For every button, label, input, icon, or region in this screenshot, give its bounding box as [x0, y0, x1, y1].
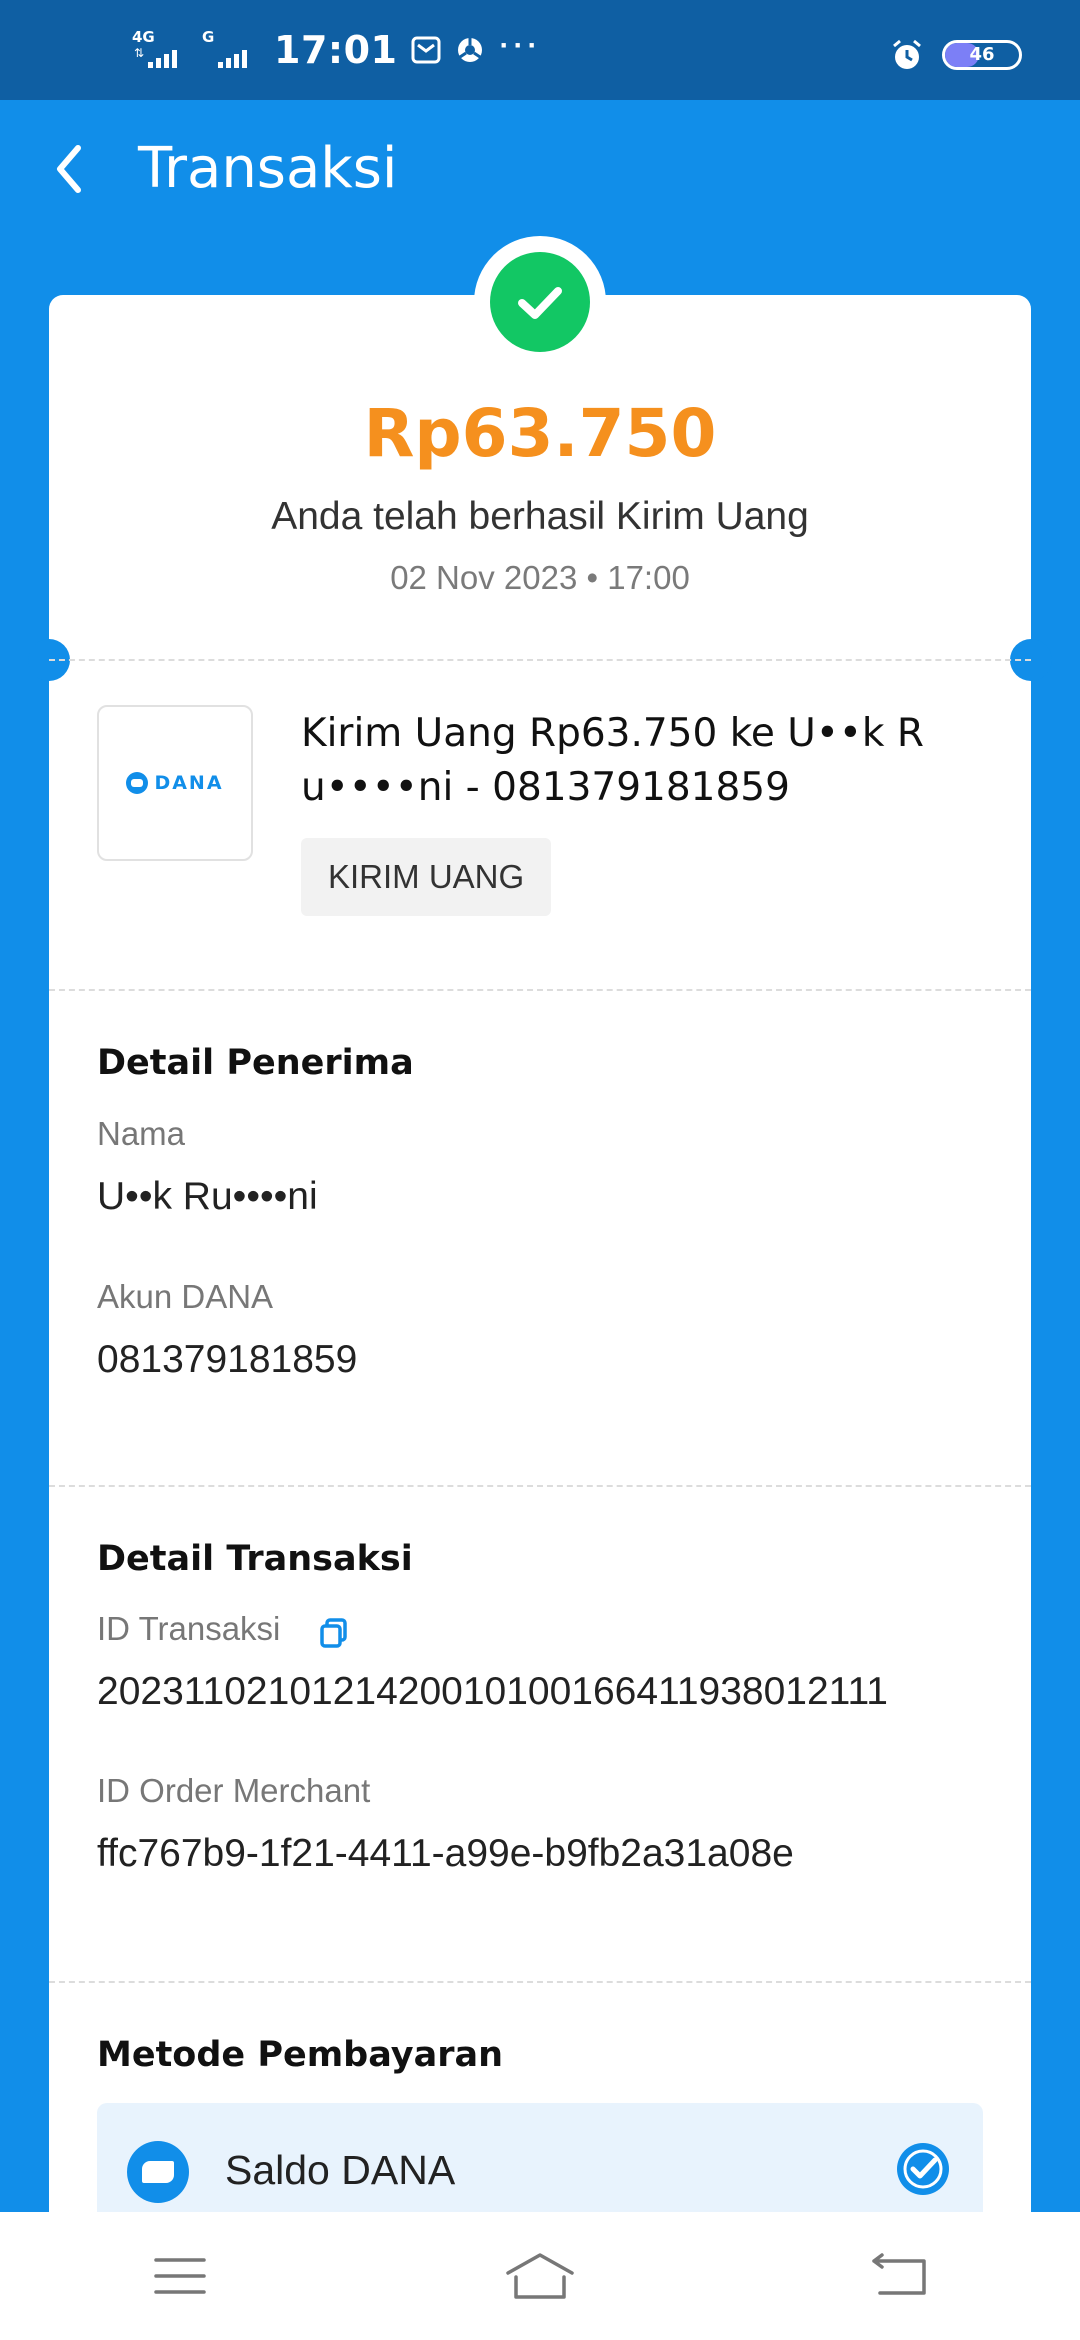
- merchant-logo-text: DANA: [154, 772, 224, 794]
- transaction-description: Kirim Uang Rp63.750 ke U••k R u••••ni - …: [301, 711, 924, 810]
- status-left: 4G ⇅ G 17:01 ···: [132, 28, 541, 72]
- divider: [49, 989, 1031, 991]
- network-type-label: 4G: [132, 28, 155, 46]
- back-arrow-icon[interactable]: [36, 134, 106, 204]
- payment-section-title: Metode Pembayaran: [97, 2035, 504, 2075]
- network-type-label-2: G: [202, 28, 215, 46]
- back-button[interactable]: [840, 2226, 960, 2326]
- clock: 17:01: [274, 28, 398, 72]
- transaction-card: Rp63.750 Anda telah berhasil Kirim Uang …: [28, 295, 1052, 2295]
- signal-g-icon: G: [202, 28, 258, 72]
- success-check-icon: [490, 252, 590, 352]
- selected-check-icon: [897, 2143, 949, 2195]
- recipient-name-value: U••k Ru••••ni: [97, 1175, 318, 1218]
- transaction-datetime: 02 Nov 2023 • 17:00: [390, 559, 690, 596]
- menu-icon: [154, 2258, 206, 2294]
- divider: [49, 1981, 1031, 1983]
- divider: [49, 1485, 1031, 1487]
- success-message: Anda telah berhasil Kirim Uang: [271, 495, 809, 538]
- transaction-id-label: ID Transaksi: [97, 1610, 281, 1647]
- payment-method-label: Saldo DANA: [225, 2147, 456, 2193]
- mail-notification-icon: [411, 36, 441, 64]
- status-bar: 4G ⇅ G 17:01 ··· 46: [0, 0, 1080, 100]
- battery-icon: 46: [942, 40, 1022, 70]
- recipient-account-value: 081379181859: [97, 1338, 358, 1381]
- recipient-name-label: Nama: [97, 1115, 186, 1152]
- status-right: 46: [890, 38, 1022, 72]
- order-id-value: ffc767b9-1f21-4411-a99e-b9fb2a31a08e: [97, 1832, 794, 1875]
- system-nav-bar: [0, 2212, 1080, 2340]
- home-button[interactable]: [480, 2226, 600, 2326]
- more-notifications-icon: ···: [499, 29, 542, 62]
- recipient-section-title: Detail Penerima: [97, 1043, 414, 1083]
- merchant-logo: DANA: [97, 705, 253, 861]
- wallet-icon: [127, 2141, 189, 2203]
- menu-button[interactable]: [120, 2226, 240, 2326]
- signal-4g-icon: 4G ⇅: [132, 28, 188, 72]
- page-title: Transaksi: [138, 136, 398, 201]
- transaction-section-title: Detail Transaksi: [97, 1539, 413, 1579]
- dana-logo-icon: [126, 772, 149, 794]
- copy-icon[interactable]: [317, 1616, 351, 1650]
- order-id-label: ID Order Merchant: [97, 1772, 371, 1809]
- battery-level: 46: [969, 44, 995, 65]
- recipient-account-label: Akun DANA: [97, 1278, 274, 1315]
- transaction-type-badge: KIRIM UANG: [301, 838, 552, 916]
- divider: [49, 659, 1031, 661]
- home-icon: [506, 2253, 574, 2299]
- back-icon: [872, 2253, 926, 2295]
- chrome-notification-icon: [458, 38, 483, 62]
- app-bar: Transaksi: [0, 100, 1080, 236]
- success-badge: [474, 236, 606, 368]
- amount: Rp63.750: [363, 395, 717, 472]
- transaction-id-value: 2023110210121420010100166411938012111: [97, 1670, 888, 1713]
- alarm-icon: [893, 39, 921, 69]
